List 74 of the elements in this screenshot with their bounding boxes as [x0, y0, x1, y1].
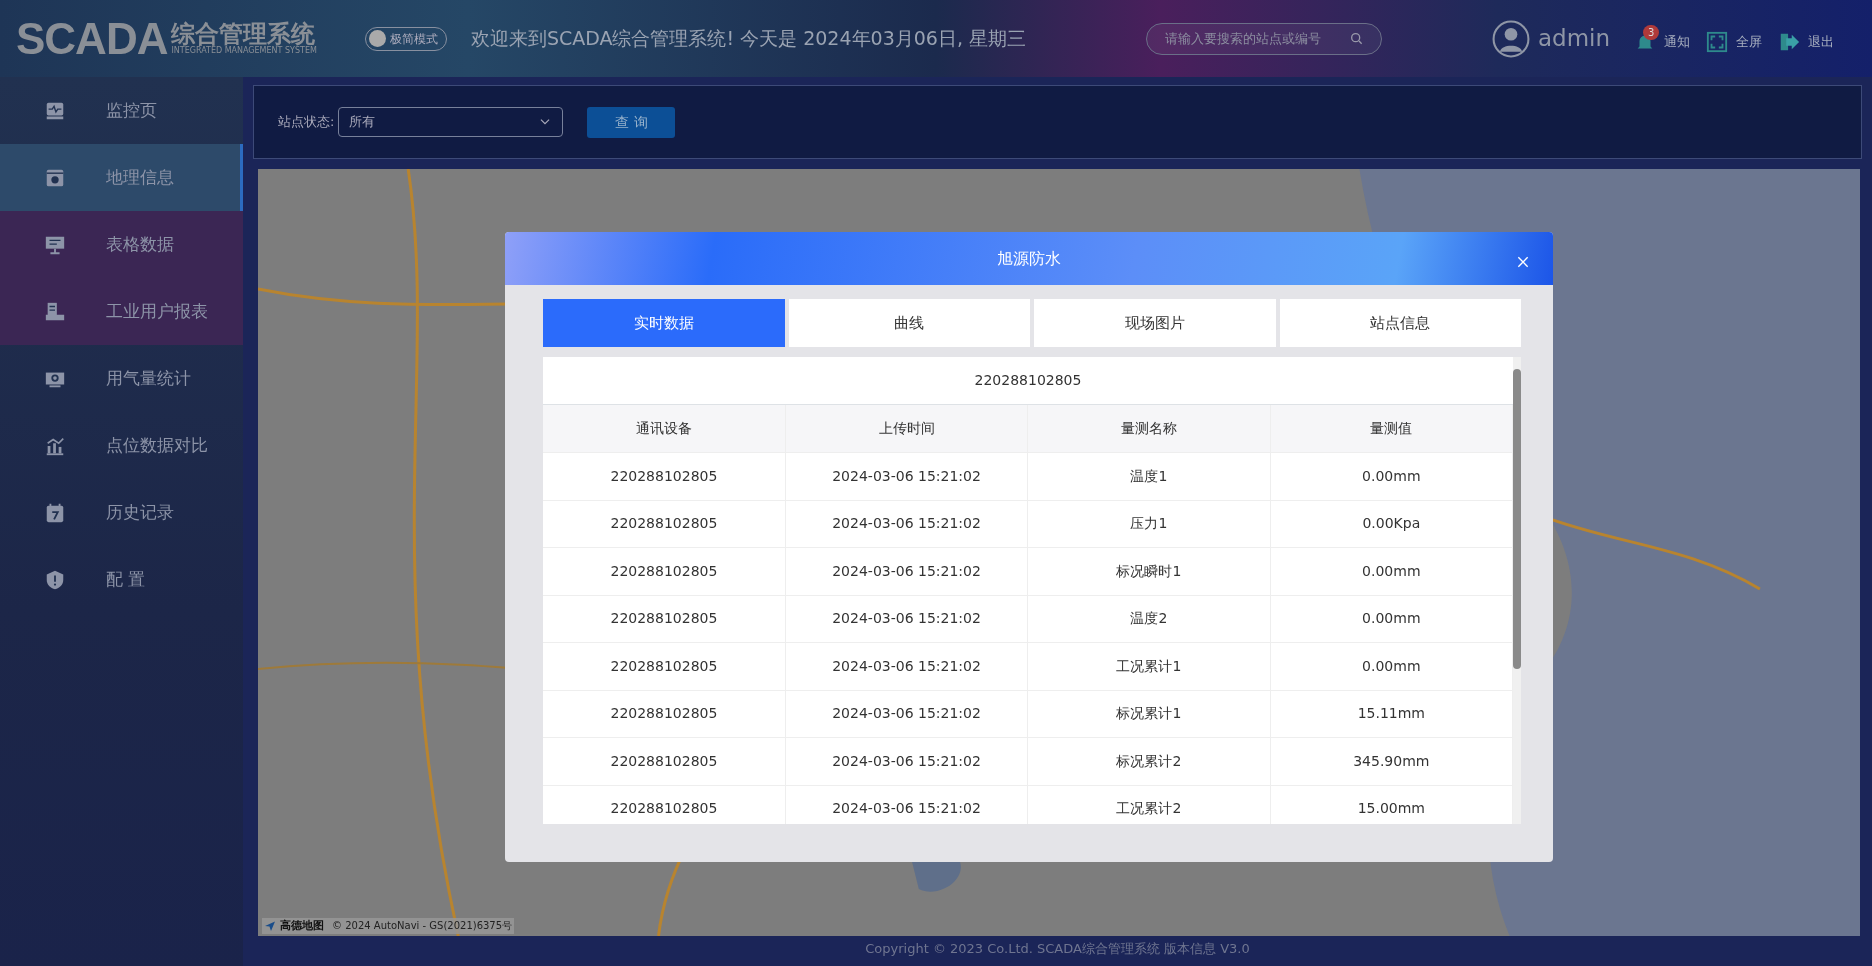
- column-header: 上传时间: [785, 405, 1028, 453]
- filter-label: 站点状态:: [278, 113, 335, 132]
- welcome-text: 欢迎来到SCADA综合管理系统! 今天是 2024年03月06日, 星期三: [470, 26, 1026, 52]
- status-dropdown[interactable]: 所有: [338, 107, 564, 137]
- table-cell: 工况累计2: [1027, 785, 1271, 824]
- table-cell: 220288102805: [543, 452, 786, 500]
- logo-subtitle: INTEGRATED MANAGEMENT SYSTEM: [171, 47, 317, 56]
- sidebar-item[interactable]: 监控页: [0, 77, 243, 144]
- sidebar-item[interactable]: 历史记录: [0, 479, 243, 546]
- column-header: 量测名称: [1027, 405, 1271, 453]
- tab[interactable]: 现场图片: [1034, 299, 1276, 347]
- table-cell: 15.00mm: [1270, 785, 1513, 824]
- search-field[interactable]: 请输入要搜索的站点或编号: [1146, 22, 1382, 55]
- document-icon: [44, 300, 66, 323]
- notification-badge: 3: [1643, 24, 1660, 40]
- arrow-icon: [264, 919, 276, 932]
- avatar-icon: [1492, 19, 1530, 58]
- table-cell: 0.00mm: [1270, 547, 1513, 595]
- tab[interactable]: 站点信息: [1279, 299, 1521, 347]
- table-cell: 工况累计1: [1027, 642, 1271, 690]
- footer-text: Copyright © 2023 Co.Ltd. SCADA综合管理系统 版本信息 V3.0: [864, 940, 1251, 959]
- sidebar-item[interactable]: 点位数据对比: [0, 412, 243, 479]
- search-icon[interactable]: [1349, 30, 1365, 47]
- table-cell: 标况累计1: [1027, 690, 1271, 738]
- query-button[interactable]: 查 询: [587, 106, 676, 138]
- table-cell: 2024-03-06 15:21:02: [785, 785, 1028, 824]
- table-cell: 2024-03-06 15:21:02: [785, 547, 1028, 595]
- sidebar-item[interactable]: 表格数据: [0, 211, 243, 278]
- tab[interactable]: 曲线: [788, 299, 1030, 347]
- shield-icon: [44, 568, 66, 591]
- table-cell: 2024-03-06 15:21:02: [785, 690, 1028, 738]
- notification-button[interactable]: 3 通知: [1634, 22, 1691, 55]
- table-cell: 标况瞬时1: [1027, 547, 1271, 595]
- table-cell: 2024-03-06 15:21:02: [785, 595, 1028, 643]
- column-header: 量测值: [1270, 405, 1513, 453]
- logo-text: SCADA: [16, 16, 168, 61]
- table-cell: 15.11mm: [1270, 690, 1513, 738]
- table-cell: 220288102805: [543, 595, 786, 643]
- table-cell: 2024-03-06 15:21:02: [785, 642, 1028, 690]
- sidebar-item[interactable]: 配 置: [0, 546, 243, 613]
- calendar-icon: [44, 501, 66, 524]
- table-cell: 温度1: [1027, 452, 1271, 500]
- fullscreen-button[interactable]: 全屏: [1706, 22, 1763, 55]
- table-caption: 220288102805: [974, 371, 1082, 390]
- map-logo: 高德地图: [280, 917, 324, 934]
- dialog-title: 旭源防水: [997, 247, 1061, 270]
- search-input[interactable]: 请输入要搜索的站点或编号: [1163, 27, 1343, 50]
- column-header: 通讯设备: [543, 405, 786, 453]
- table-cell: 标况累计2: [1027, 737, 1271, 785]
- sidebar-item[interactable]: 地理信息: [0, 144, 243, 211]
- sidebar-item[interactable]: 工业用户报表: [0, 278, 243, 345]
- table-cell: 压力1: [1027, 500, 1271, 548]
- table-cell: 220288102805: [543, 547, 786, 595]
- table-cell: 0.00mm: [1270, 642, 1513, 690]
- scrollbar[interactable]: [1513, 357, 1521, 824]
- table-cell: 220288102805: [543, 500, 786, 548]
- fullscreen-icon: [1706, 30, 1729, 53]
- table-cell: 220288102805: [543, 785, 786, 824]
- sidebar-item[interactable]: 用气量统计: [0, 345, 243, 412]
- tab[interactable]: 实时数据: [543, 299, 785, 347]
- table-cell: 220288102805: [543, 737, 786, 785]
- table-cell: 2024-03-06 15:21:02: [785, 737, 1028, 785]
- table-cell: 345.90mm: [1270, 737, 1513, 785]
- table-cell: 温度2: [1027, 595, 1271, 643]
- table-cell: 2024-03-06 15:21:02: [785, 452, 1028, 500]
- logout-button[interactable]: 退出: [1778, 22, 1835, 55]
- table-cell: 0.00mm: [1270, 452, 1513, 500]
- map-attribution: © 2024 AutoNavi - GS(2021)6375号: [332, 919, 513, 934]
- table-cell: 0.00Kpa: [1270, 500, 1513, 548]
- table-cell: 220288102805: [543, 690, 786, 738]
- user-name: admin: [1538, 24, 1611, 54]
- table-cell: 0.00mm: [1270, 595, 1513, 643]
- table-cell: 2024-03-06 15:21:02: [785, 500, 1028, 548]
- table-cell: 220288102805: [543, 642, 786, 690]
